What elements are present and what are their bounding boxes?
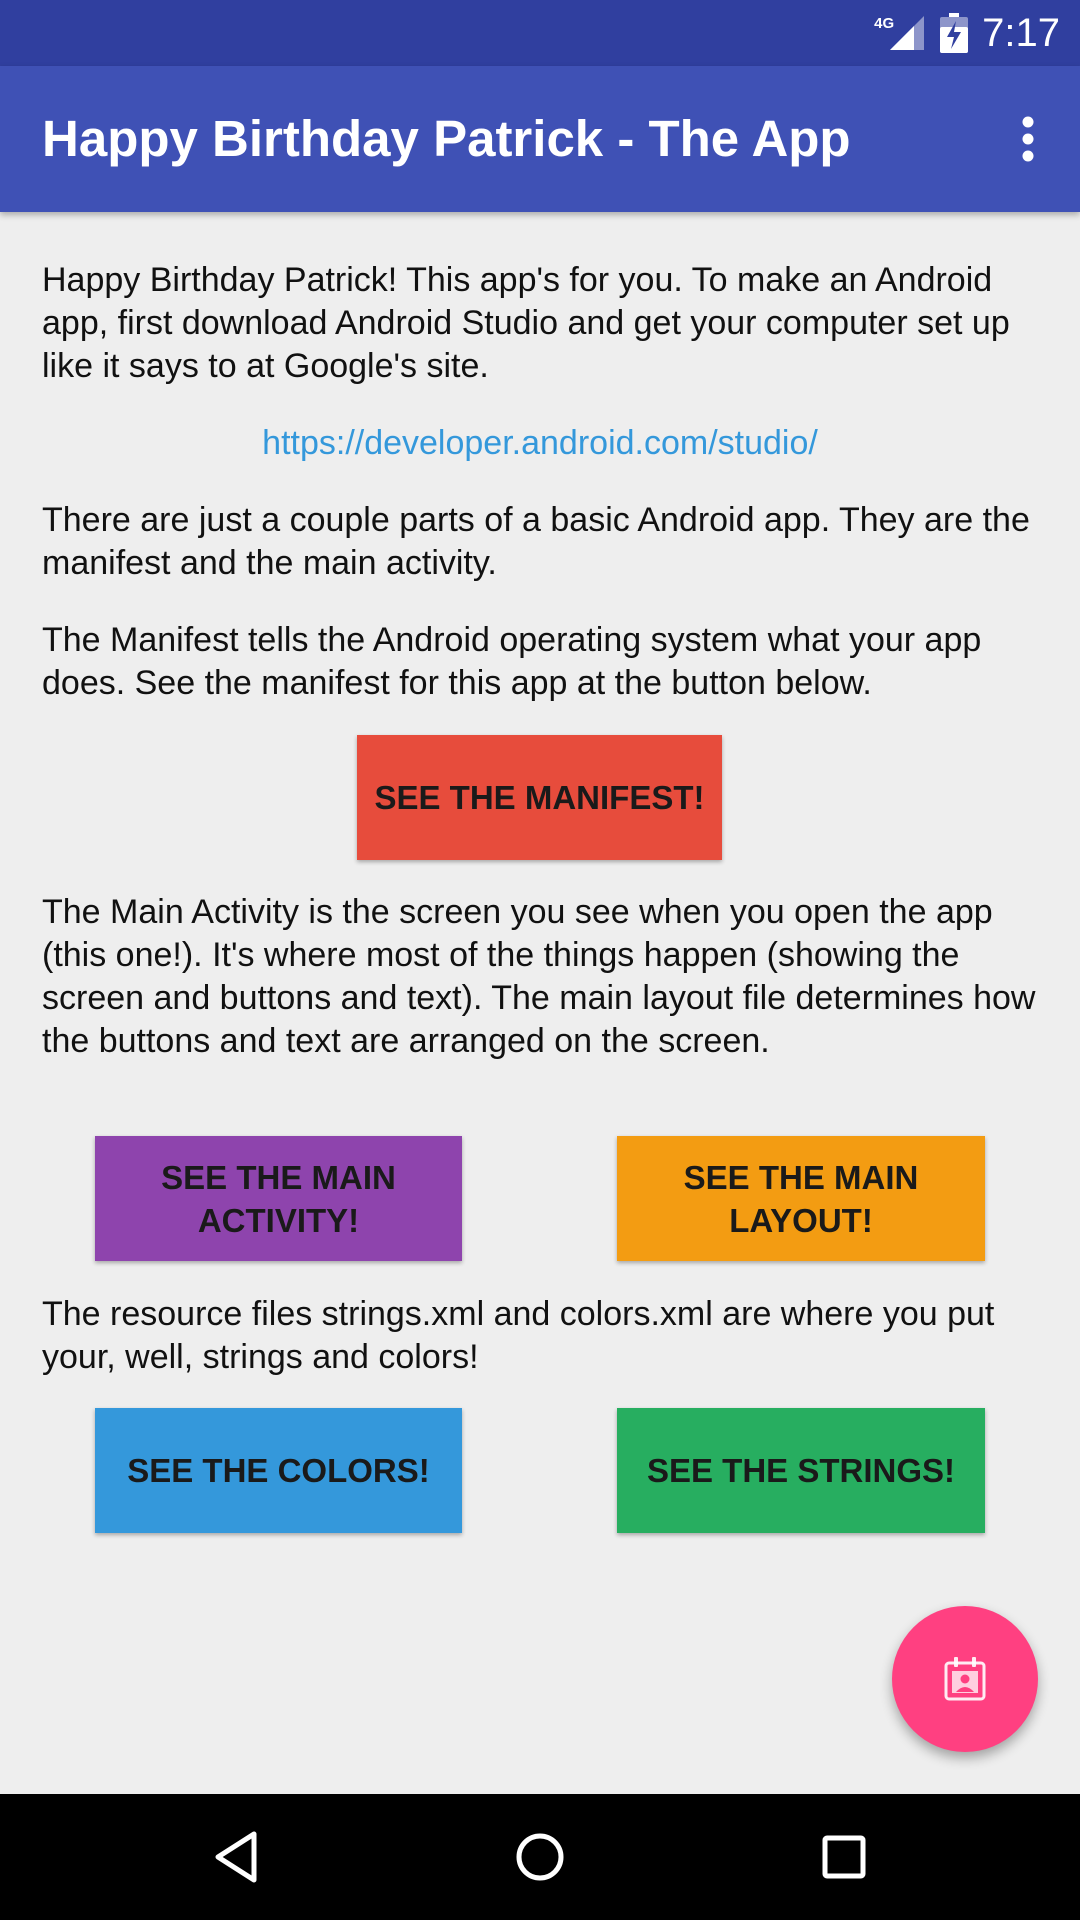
intro-text: Happy Birthday Patrick! This app's for y… xyxy=(42,261,1010,385)
network-type-label: 4G xyxy=(874,14,895,32)
back-triangle xyxy=(215,1831,257,1883)
status-bar: 4G 7:17 xyxy=(0,0,1080,66)
main-activity-text: The Main Activity is the screen you see … xyxy=(42,893,1036,1060)
clock: 7:17 xyxy=(982,10,1060,55)
see-main-layout-button[interactable]: SEE THE MAIN LAYOUT! xyxy=(617,1136,985,1261)
overflow-menu-icon[interactable] xyxy=(988,99,1068,179)
see-manifest-button[interactable]: SEE THE MANIFEST! xyxy=(357,735,722,860)
resources-text: The resource files strings.xml and color… xyxy=(42,1295,995,1376)
status-icons: 4G 7:17 xyxy=(874,0,1060,66)
parts-text: There are just a couple parts of a basic… xyxy=(42,501,1030,582)
see-strings-button[interactable]: SEE THE STRINGS! xyxy=(617,1408,985,1533)
app-bar: Happy Birthday Patrick - The App xyxy=(0,66,1080,212)
recents-square xyxy=(822,1835,866,1879)
android-studio-link[interactable]: https://developer.android.com/studio/ xyxy=(42,422,1038,465)
overflow-dots xyxy=(1022,116,1034,162)
manifest-text: The Manifest tells the Android operating… xyxy=(42,621,982,702)
see-colors-button[interactable]: SEE THE COLORS! xyxy=(95,1408,462,1533)
app-title: Happy Birthday Patrick - The App xyxy=(42,110,851,167)
home-icon[interactable] xyxy=(502,1819,578,1895)
see-main-activity-button[interactable]: SEE THE MAIN ACTIVITY! xyxy=(95,1136,462,1261)
home-circle xyxy=(516,1833,564,1881)
battery-charging-icon xyxy=(940,13,969,53)
main-content: Happy Birthday Patrick! This app's for y… xyxy=(42,212,1042,1792)
calendar-person-icon xyxy=(944,1657,986,1701)
navigation-bar xyxy=(0,1794,1080,1920)
recents-icon[interactable] xyxy=(806,1819,882,1895)
fab-button[interactable] xyxy=(892,1606,1038,1752)
back-icon[interactable] xyxy=(198,1819,274,1895)
